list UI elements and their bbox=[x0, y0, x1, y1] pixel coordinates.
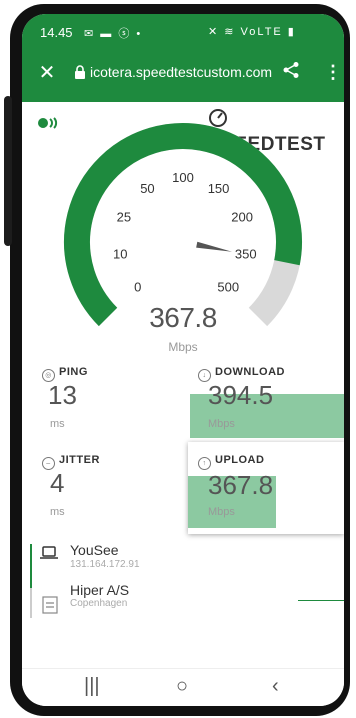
server-active-indicator bbox=[30, 544, 32, 588]
isp-ip: 131.164.172.91 bbox=[70, 559, 140, 570]
isp-name[interactable]: YouSee bbox=[70, 542, 119, 558]
jitter-unit: ms bbox=[50, 506, 65, 518]
speed-readout: 367.8 bbox=[149, 302, 217, 333]
gauge-tick-label: 0 bbox=[134, 279, 141, 294]
screen: 14.45 ✉ ▬ ⓢ • ✕ ≋ VoLTE ▮ ✕ icotera.spee… bbox=[22, 14, 344, 706]
upload-icon: ↑ bbox=[198, 457, 211, 470]
gauge-tick-label: 50 bbox=[140, 181, 154, 196]
upload-label: ↑ UPLOAD bbox=[198, 454, 264, 470]
back-button[interactable]: ‹ bbox=[272, 675, 279, 698]
ping-value: 13 bbox=[48, 380, 77, 410]
jitter-value: 4 bbox=[50, 468, 65, 498]
gauge-tick-label: 10 bbox=[113, 246, 127, 261]
nav-bar: ||| ○ ‹ bbox=[22, 668, 344, 706]
side-button bbox=[4, 96, 12, 246]
upload-unit: Mbps bbox=[208, 506, 235, 518]
speed-unit: Mbps bbox=[168, 340, 198, 354]
gauge-tick-label: 350 bbox=[235, 246, 257, 261]
gauge-needle bbox=[196, 241, 233, 252]
download-unit: Mbps bbox=[208, 418, 235, 430]
laptop-icon bbox=[40, 546, 58, 565]
gauge-tick-label: 150 bbox=[208, 181, 230, 196]
download-value: 394.5 bbox=[208, 380, 274, 410]
gauge-tick-label: 200 bbox=[231, 210, 253, 225]
gauge-tick-label: 100 bbox=[172, 170, 194, 185]
server-indicator bbox=[30, 588, 32, 618]
server-location: Copenhagen bbox=[70, 598, 128, 609]
upload-value: 367.8 bbox=[208, 470, 274, 500]
gauge-tick-label: 500 bbox=[217, 279, 239, 294]
home-button[interactable]: ○ bbox=[176, 675, 188, 698]
server-icon bbox=[42, 596, 58, 619]
ping-unit: ms bbox=[50, 418, 65, 430]
server-name[interactable]: Hiper A/S bbox=[70, 582, 129, 598]
progress-line bbox=[298, 600, 344, 601]
gauge-fill bbox=[64, 123, 302, 327]
recents-button[interactable]: ||| bbox=[84, 675, 100, 698]
gauge-tick-label: 25 bbox=[117, 210, 131, 225]
